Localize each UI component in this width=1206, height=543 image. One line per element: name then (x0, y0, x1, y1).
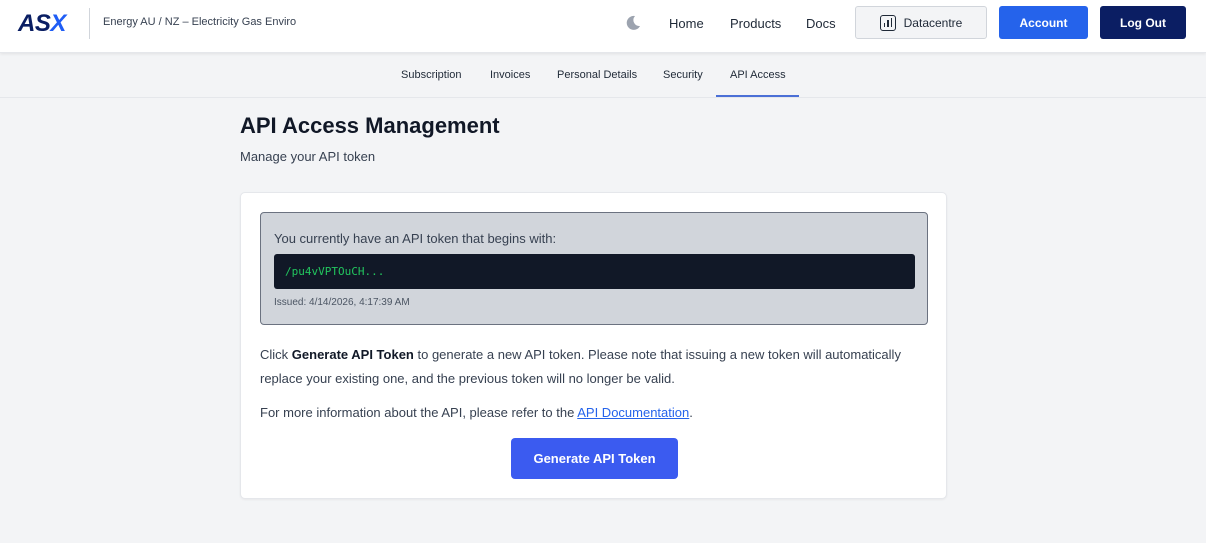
current-token-panel: You currently have an API token that beg… (260, 212, 928, 325)
tab-invoices[interactable]: Invoices (490, 69, 530, 81)
active-tab-indicator (716, 95, 799, 97)
account-tabs: Subscription Invoices Personal Details S… (0, 54, 1206, 98)
bar-chart-icon (879, 14, 896, 31)
token-issued-date: Issued: 4/14/2026, 4:17:39 AM (274, 297, 410, 308)
generate-api-token-button[interactable]: Generate API Token (511, 438, 678, 479)
top-header: ASX Energy AU / NZ – Electricity Gas Env… (0, 0, 1206, 53)
moon-icon[interactable] (624, 14, 642, 32)
page-subtitle: Manage your API token (240, 149, 376, 164)
api-documentation-link[interactable]: API Documentation (577, 405, 689, 420)
datacentre-label: Datacentre (903, 15, 963, 30)
tab-subscription[interactable]: Subscription (401, 69, 462, 81)
nav-products[interactable]: Products (730, 16, 781, 31)
asx-logo[interactable]: ASX (18, 10, 66, 38)
logout-button[interactable]: Log Out (1100, 6, 1186, 39)
header-divider (89, 8, 90, 39)
tab-api-access[interactable]: API Access (730, 69, 786, 81)
nav-docs[interactable]: Docs (806, 16, 836, 31)
token-intro: You currently have an API token that beg… (274, 231, 557, 246)
api-token-card: You currently have an API token that beg… (240, 192, 947, 499)
tab-security[interactable]: Security (663, 69, 703, 81)
page-title: API Access Management (240, 113, 500, 138)
tab-personal-details[interactable]: Personal Details (557, 69, 637, 81)
datacentre-button[interactable]: Datacentre (855, 6, 987, 39)
token-prefix: /pu4vVPTOuCH... (274, 254, 915, 289)
generate-emphasis: Generate API Token (291, 347, 414, 362)
documentation-note: For more information about the API, plea… (260, 405, 693, 420)
nav-home[interactable]: Home (669, 16, 704, 31)
account-button[interactable]: Account (999, 6, 1088, 39)
app-name: Energy AU / NZ – Electricity Gas Enviro (103, 16, 297, 28)
regenerate-note: Click Generate API Token to generate a n… (260, 347, 901, 386)
